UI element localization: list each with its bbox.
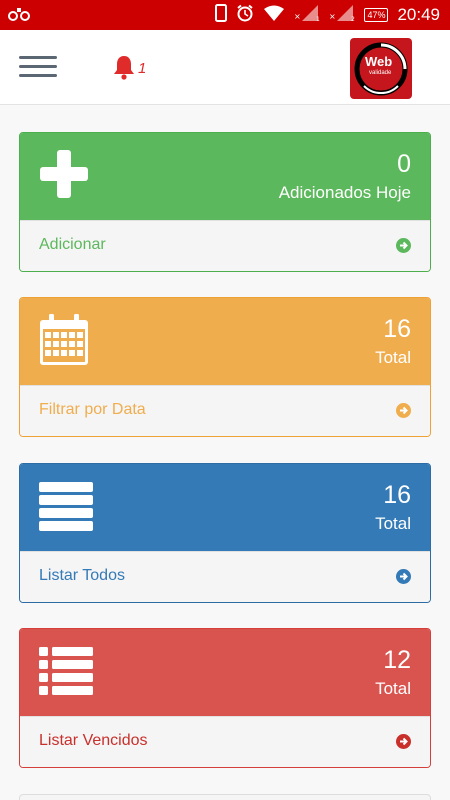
card-header: 12 Total xyxy=(20,629,430,716)
list-bars-icon xyxy=(39,480,93,536)
notifications-button[interactable]: 1 xyxy=(112,54,146,84)
card-count: 0 xyxy=(397,150,411,178)
svg-text:1: 1 xyxy=(316,16,320,21)
arrow-circle-right-icon xyxy=(396,569,411,584)
logo-text: Web xyxy=(365,54,393,69)
card-count: 16 xyxy=(383,315,411,343)
list-expired-link[interactable]: Listar Vencidos xyxy=(39,732,148,750)
svg-text:×: × xyxy=(329,12,336,21)
arrow-circle-right-icon xyxy=(396,238,411,253)
bell-icon xyxy=(112,54,136,84)
card-caption: Total xyxy=(375,514,411,533)
card-caption: Adicionados Hoje xyxy=(278,183,411,202)
calendar-icon xyxy=(39,314,89,370)
logo-subtext: validade xyxy=(369,70,392,76)
arrow-circle-right-icon xyxy=(396,734,411,749)
plus-icon xyxy=(39,149,89,203)
signal-1-icon: × 1 xyxy=(294,5,320,25)
card-header: 0 Adicionados Hoje xyxy=(20,133,430,220)
card-filter-by-date[interactable]: 16 Total Filtrar por Data xyxy=(19,297,431,437)
card-partial xyxy=(19,794,431,800)
card-header: 16 Total xyxy=(20,298,430,385)
notification-count: 1 xyxy=(138,60,147,77)
hamburger-menu-button[interactable] xyxy=(19,56,57,78)
filter-by-date-link[interactable]: Filtrar por Data xyxy=(39,401,146,419)
status-app-icon xyxy=(8,6,30,26)
app-header: 1 Web validade xyxy=(0,30,450,105)
app-logo: Web validade xyxy=(350,38,412,99)
clock: 20:49 xyxy=(397,5,440,24)
card-footer[interactable]: Listar Vencidos xyxy=(20,716,430,767)
card-footer[interactable]: Listar Todos xyxy=(20,551,430,602)
card-caption: Total xyxy=(375,679,411,698)
svg-text:2: 2 xyxy=(351,16,355,21)
card-count: 16 xyxy=(383,481,411,509)
card-list-expired[interactable]: 12 Total Listar Vencidos xyxy=(19,628,431,768)
battery-indicator: 47% xyxy=(364,8,389,22)
list-bullets-icon xyxy=(39,645,93,701)
list-all-link[interactable]: Listar Todos xyxy=(39,567,125,585)
card-footer[interactable]: Adicionar xyxy=(20,220,430,271)
card-added-today[interactable]: 0 Adicionados Hoje Adicionar xyxy=(19,132,431,272)
add-link[interactable]: Adicionar xyxy=(39,236,106,254)
status-bar: × 1 × 2 47% 20:49 xyxy=(0,0,450,30)
signal-2-icon: × 2 xyxy=(329,5,355,25)
phone-icon xyxy=(215,4,228,26)
alarm-icon xyxy=(236,4,254,26)
card-list-all[interactable]: 16 Total Listar Todos xyxy=(19,463,431,603)
arrow-circle-right-icon xyxy=(396,403,411,418)
wifi-icon xyxy=(263,5,285,25)
card-caption: Total xyxy=(375,348,411,367)
card-footer[interactable]: Filtrar por Data xyxy=(20,385,430,436)
card-count: 12 xyxy=(383,646,411,674)
svg-text:×: × xyxy=(294,12,301,21)
card-header: 16 Total xyxy=(20,464,430,551)
